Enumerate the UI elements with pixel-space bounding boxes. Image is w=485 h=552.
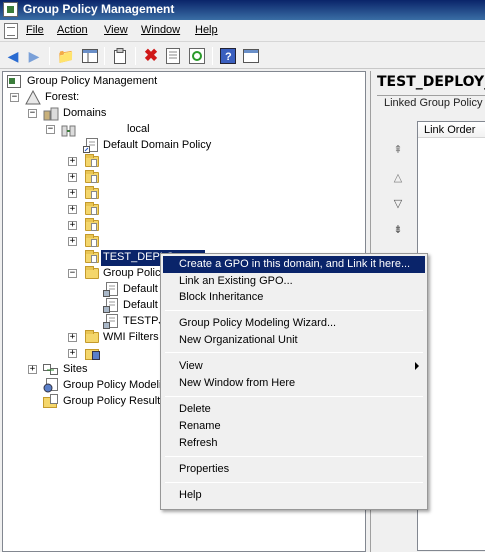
wmi-folder-icon bbox=[85, 330, 99, 343]
show-hide-tree-icon[interactable] bbox=[80, 46, 100, 66]
menu-file[interactable]: File bbox=[26, 24, 44, 36]
submenu-arrow-icon bbox=[415, 362, 419, 370]
toolbar-separator bbox=[135, 47, 136, 65]
document-icon[interactable] bbox=[4, 23, 18, 39]
gpo-icon bbox=[103, 298, 119, 313]
details-title: TEST_DEPLOY_ bbox=[377, 74, 485, 90]
gpmc-icon bbox=[7, 75, 23, 89]
svg-text:?: ? bbox=[225, 51, 232, 63]
menu-item-block-inheritance[interactable]: Block Inheritance bbox=[163, 289, 425, 306]
domain-icon bbox=[61, 122, 77, 137]
modeling-icon bbox=[43, 378, 59, 393]
expand-toggle[interactable]: + bbox=[68, 349, 77, 358]
expand-toggle[interactable]: + bbox=[68, 221, 77, 230]
properties-icon[interactable] bbox=[163, 46, 183, 66]
tree-label: Sites bbox=[63, 363, 88, 375]
refresh-icon[interactable] bbox=[187, 46, 207, 66]
move-bottom-icon[interactable]: ⇟ bbox=[391, 223, 405, 236]
menu-item-delete[interactable]: Delete bbox=[163, 401, 425, 418]
tree-label: Domains bbox=[63, 107, 107, 119]
clipboard-icon[interactable] bbox=[110, 46, 130, 66]
ou-folder-icon bbox=[85, 250, 99, 263]
starter-gpo-folder-icon bbox=[85, 346, 101, 360]
console-icon[interactable] bbox=[241, 46, 261, 66]
tree-label: local bbox=[127, 123, 150, 135]
help-icon[interactable]: ? bbox=[218, 46, 238, 66]
toolbar: ◀ ▶ 📁 ✖ ? bbox=[0, 43, 485, 69]
expand-toggle[interactable]: + bbox=[68, 205, 77, 214]
expand-toggle[interactable]: + bbox=[68, 173, 77, 182]
forward-arrow-icon[interactable]: ▶ bbox=[24, 46, 44, 66]
menu-item-create-gpo-link[interactable]: Create a GPO in this domain, and Link it… bbox=[163, 256, 425, 273]
sites-icon bbox=[43, 362, 59, 376]
forest-icon bbox=[25, 89, 41, 105]
context-menu: Create a GPO in this domain, and Link it… bbox=[160, 253, 428, 510]
ou-folder-icon bbox=[85, 202, 99, 215]
tree-label: Group Policy Results bbox=[63, 395, 166, 407]
expand-toggle[interactable]: + bbox=[68, 157, 77, 166]
ou-folder-icon bbox=[85, 234, 99, 247]
collapse-toggle[interactable]: − bbox=[10, 93, 19, 102]
expand-toggle[interactable]: + bbox=[68, 333, 77, 342]
ou-folder-icon bbox=[85, 186, 99, 199]
menu-separator bbox=[165, 482, 423, 483]
gpmc-app-icon bbox=[3, 2, 18, 17]
toolbar-separator bbox=[212, 47, 213, 65]
menu-item-properties[interactable]: Properties bbox=[163, 461, 425, 478]
gpo-link-icon bbox=[83, 138, 99, 153]
gpo-container-icon bbox=[85, 266, 99, 279]
menu-separator bbox=[165, 396, 423, 397]
ou-folder-icon bbox=[85, 154, 99, 167]
menu-separator bbox=[165, 352, 423, 353]
menu-separator bbox=[165, 310, 423, 311]
back-arrow-icon[interactable]: ◀ bbox=[3, 46, 23, 66]
menu-help[interactable]: Help bbox=[195, 24, 218, 36]
menu-item-modeling-wizard[interactable]: Group Policy Modeling Wizard... bbox=[163, 315, 425, 332]
tree-label: Default I bbox=[123, 283, 164, 295]
menu-action[interactable]: Action bbox=[57, 24, 88, 36]
tree-label: WMI Filters bbox=[103, 331, 159, 343]
tree-label: Forest: bbox=[45, 91, 80, 103]
toolbar-separator bbox=[49, 47, 50, 65]
results-icon bbox=[43, 394, 59, 408]
expand-toggle[interactable]: + bbox=[68, 237, 77, 246]
menu-item-refresh[interactable]: Refresh bbox=[163, 435, 425, 452]
expand-toggle[interactable]: + bbox=[28, 365, 37, 374]
delete-icon[interactable]: ✖ bbox=[141, 46, 161, 66]
menu-window[interactable]: Window bbox=[141, 24, 180, 36]
expand-toggle[interactable]: + bbox=[68, 189, 77, 198]
ou-folder-icon bbox=[85, 218, 99, 231]
menu-item-view[interactable]: View bbox=[163, 358, 425, 375]
domains-icon bbox=[43, 106, 59, 121]
toolbar-separator bbox=[104, 47, 105, 65]
window-title: Group Policy Management bbox=[23, 2, 175, 16]
tree-label: Group Policy bbox=[103, 267, 166, 279]
gpo-icon bbox=[103, 314, 119, 329]
move-top-icon[interactable]: ⇞ bbox=[391, 143, 405, 156]
collapse-toggle[interactable]: − bbox=[68, 269, 77, 278]
tab-linked-gpos[interactable]: Linked Group Policy ( bbox=[384, 97, 485, 109]
collapse-toggle[interactable]: − bbox=[46, 125, 55, 134]
menu-item-help[interactable]: Help bbox=[163, 487, 425, 504]
collapse-toggle[interactable]: − bbox=[28, 109, 37, 118]
tree-label: Group Policy Modeling bbox=[63, 379, 174, 391]
tree-label: Default Domain Policy bbox=[103, 139, 212, 151]
tree-label: Default I bbox=[123, 299, 164, 311]
up-folder-icon[interactable]: 📁 bbox=[56, 46, 76, 66]
menu-item-new-window[interactable]: New Window from Here bbox=[163, 375, 425, 392]
title-bar: Group Policy Management bbox=[0, 0, 485, 20]
tree-label: Group Policy Management bbox=[27, 75, 158, 87]
menu-item-link-existing-gpo[interactable]: Link an Existing GPO... bbox=[163, 273, 425, 290]
menu-item-rename[interactable]: Rename bbox=[163, 418, 425, 435]
menu-view[interactable]: View bbox=[104, 24, 128, 36]
gpo-icon bbox=[103, 282, 119, 297]
ou-folder-icon bbox=[85, 170, 99, 183]
menu-separator bbox=[165, 456, 423, 457]
move-down-icon[interactable]: ▽ bbox=[391, 197, 405, 210]
menu-item-new-ou[interactable]: New Organizational Unit bbox=[163, 332, 425, 349]
column-header-link-order[interactable]: Link Order bbox=[418, 122, 485, 138]
move-up-icon[interactable]: △ bbox=[391, 171, 405, 184]
menu-bar: File Action View Window Help bbox=[0, 20, 485, 42]
